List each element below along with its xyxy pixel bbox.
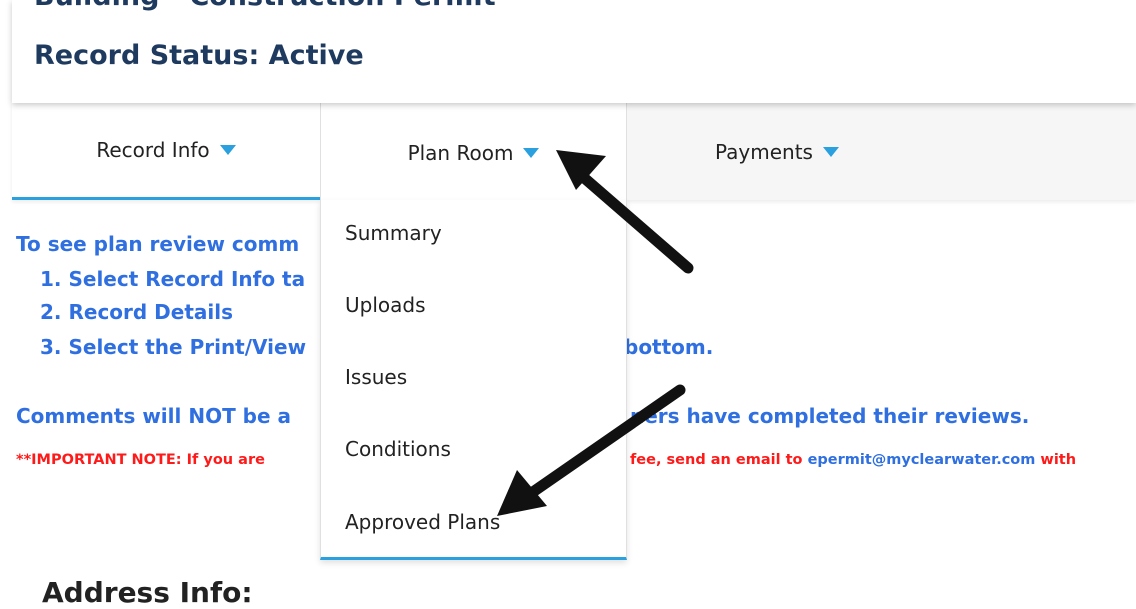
- important-note-mid: fee, send an email to: [630, 452, 808, 468]
- menu-item-conditions[interactable]: Conditions: [345, 437, 451, 461]
- email-link[interactable]: epermit@myclearwater.com: [808, 452, 1036, 468]
- important-note-end: with: [1035, 452, 1077, 468]
- instructions-intro: To see plan review comm: [16, 232, 300, 256]
- instruction-step-2: 2. Record Details: [40, 300, 234, 324]
- tab-plan-room[interactable]: Plan Room: [320, 103, 627, 203]
- caret-down-icon: [219, 145, 236, 155]
- tab-payments-label: Payments: [715, 139, 813, 164]
- record-header: Building - Construction Permit Record St…: [12, 0, 1136, 103]
- tab-plan-room-label: Plan Room: [407, 141, 514, 165]
- menu-item-approved-plans[interactable]: Approved Plans: [345, 510, 500, 534]
- instruction-step-3: 3. Select the Print/View: [40, 335, 307, 359]
- menu-item-uploads[interactable]: Uploads: [345, 293, 426, 317]
- plan-room-dropdown-menu: Summary Uploads Issues Conditions Approv…: [320, 200, 627, 560]
- caret-down-icon: [822, 146, 839, 157]
- important-note: **IMPORTANT NOTE: If you are: [16, 452, 265, 468]
- tab-record-info-label: Record Info: [96, 138, 210, 162]
- record-type-title: Building - Construction Permit: [34, 0, 496, 12]
- instruction-step-3-end: bottom.: [624, 335, 714, 359]
- tab-bar: Record Info Plan Room Payments: [12, 103, 1136, 203]
- menu-item-summary[interactable]: Summary: [345, 221, 442, 245]
- comments-note: Comments will NOT be a: [16, 404, 292, 428]
- tab-payments[interactable]: Payments: [627, 103, 927, 200]
- address-info-heading: Address Info:: [42, 576, 253, 609]
- record-status: Record Status: Active: [34, 40, 364, 71]
- menu-item-issues[interactable]: Issues: [345, 365, 407, 389]
- comments-note-end: ners have completed their reviews.: [630, 404, 1030, 428]
- instruction-step-1: 1. Select Record Info ta: [40, 267, 306, 291]
- caret-down-icon: [523, 148, 540, 158]
- important-note-cont: fee, send an email to epermit@myclearwat…: [630, 452, 1076, 468]
- tab-record-info[interactable]: Record Info: [12, 103, 320, 200]
- important-note-start: **IMPORTANT NOTE: If you are: [16, 452, 265, 468]
